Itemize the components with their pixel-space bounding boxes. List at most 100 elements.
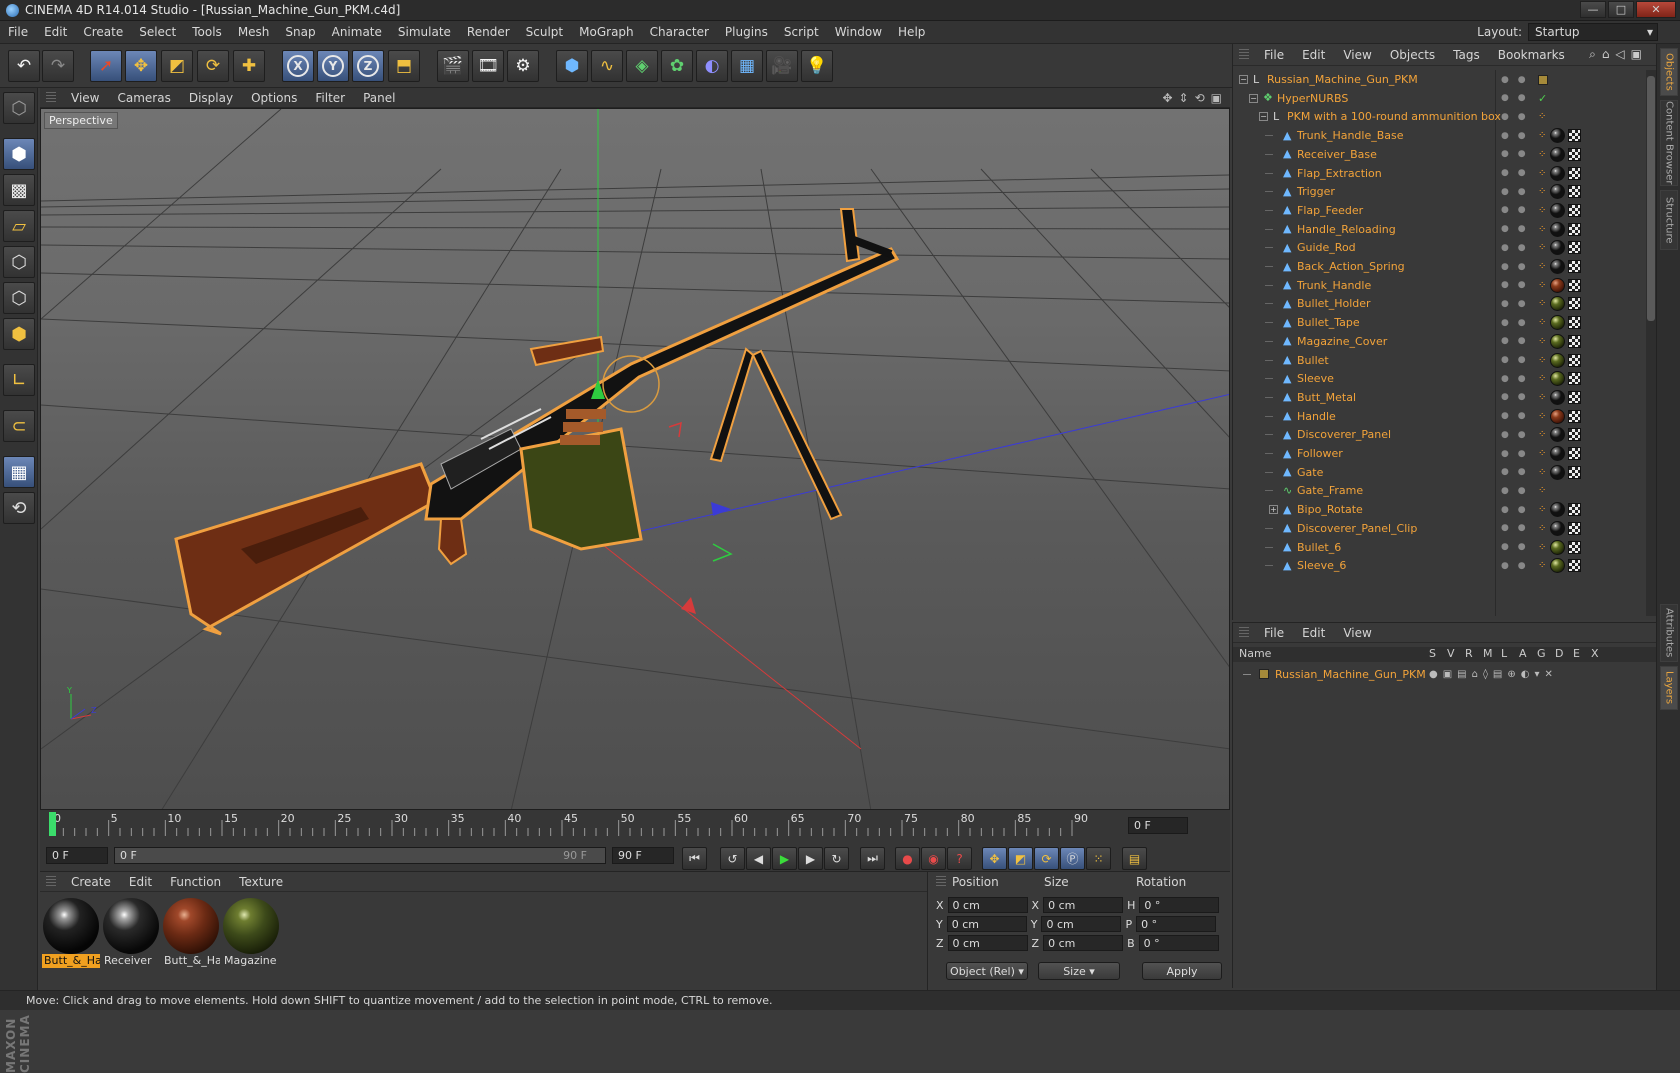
object-row[interactable]: ▲ Flap_Feeder ● ● ⁘: [1233, 201, 1645, 220]
viewport-menu-cameras[interactable]: Cameras: [108, 91, 179, 105]
visibility-dots[interactable]: ● ●: [1501, 392, 1529, 402]
object-row[interactable]: ▲ Trigger ● ● ⁘: [1233, 182, 1645, 201]
machine-gun-model[interactable]: [174, 208, 900, 636]
phong-tag-icon[interactable]: ⁘: [1538, 131, 1547, 141]
snap-icon[interactable]: ⊂: [3, 410, 35, 442]
phong-tag-icon[interactable]: ⁘: [1538, 542, 1547, 552]
visibility-dots[interactable]: ● ●: [1501, 112, 1529, 122]
camera-icon[interactable]: 🎥: [766, 50, 798, 82]
make-editable-icon[interactable]: ⬡: [3, 92, 35, 124]
phong-tag-icon[interactable]: ⁘: [1538, 523, 1547, 533]
object-row[interactable]: ▲ Bullet_Holder ● ● ⁘: [1233, 294, 1645, 313]
visibility-dots[interactable]: ● ●: [1501, 374, 1529, 384]
xz-plane-handle[interactable]: [712, 543, 733, 562]
phong-tag-icon[interactable]: ⁘: [1538, 299, 1547, 309]
search-icon[interactable]: ⌕⌂◁▣: [1589, 47, 1648, 62]
object-row[interactable]: ▲ Receiver_Base ● ● ⁘: [1233, 145, 1645, 164]
texture-mode-icon[interactable]: ▩: [3, 174, 35, 206]
material-tag-icon[interactable]: [1550, 558, 1565, 574]
uvw-tag-icon[interactable]: [1568, 147, 1581, 161]
menu-plugins[interactable]: Plugins: [717, 25, 776, 39]
object-row[interactable]: ▲ Bullet ● ● ⁘: [1233, 351, 1645, 370]
menu-tools[interactable]: Tools: [184, 25, 230, 39]
phong-tag-icon[interactable]: ⁘: [1538, 486, 1547, 496]
phong-tag-icon[interactable]: ⁘: [1538, 392, 1547, 402]
viewport-menu-view[interactable]: View: [62, 91, 108, 105]
record-position-icon[interactable]: ✥: [982, 847, 1007, 870]
menu-snap[interactable]: Snap: [277, 25, 323, 39]
rotate-icon[interactable]: ⟳: [197, 50, 229, 82]
layout-select[interactable]: Startup ▾: [1528, 23, 1658, 41]
menu-select[interactable]: Select: [131, 25, 184, 39]
visibility-dots[interactable]: ● ●: [1501, 542, 1529, 552]
object-row[interactable]: ▲ Guide_Rod ● ● ⁘: [1233, 238, 1645, 257]
y-axis-lock[interactable]: Y: [317, 50, 349, 82]
phong-tag-icon[interactable]: ⁘: [1538, 318, 1547, 328]
menu-edit[interactable]: Edit: [36, 25, 75, 39]
playhead[interactable]: [49, 812, 56, 836]
start-frame-field[interactable]: 0 F: [46, 847, 108, 864]
uvw-tag-icon[interactable]: [1568, 316, 1581, 330]
tab-objects[interactable]: Objects: [1660, 48, 1678, 96]
phong-tag-icon[interactable]: ⁘: [1538, 224, 1547, 234]
object-row[interactable]: ▲ Sleeve_6 ● ● ⁘: [1233, 556, 1645, 575]
phong-tag-icon[interactable]: ⁘: [1538, 243, 1547, 253]
edges-mode-icon[interactable]: ⬡: [3, 282, 35, 314]
cube-icon[interactable]: ⬢: [556, 50, 588, 82]
viewport-menu-panel[interactable]: Panel: [354, 91, 404, 105]
menu-window[interactable]: Window: [827, 25, 890, 39]
live-selection-icon[interactable]: ➚: [90, 50, 122, 82]
uvw-tag-icon[interactable]: [1568, 409, 1581, 423]
move-icon[interactable]: ✥: [125, 50, 157, 82]
material-tag-icon[interactable]: [1550, 184, 1565, 200]
phong-tag-icon[interactable]: ⁘: [1538, 430, 1547, 440]
uvw-tag-icon[interactable]: [1568, 447, 1581, 460]
coordinate-mode-dropdown[interactable]: Object (Rel) ▾: [946, 962, 1028, 980]
position-z-field[interactable]: 0 cm: [947, 935, 1028, 951]
uvw-tag-icon[interactable]: [1568, 241, 1581, 255]
object-row[interactable]: ▲ Trunk_Handle_Base ● ● ⁘: [1233, 126, 1645, 145]
keyframe-selection-icon[interactable]: ?: [947, 847, 972, 870]
close-button[interactable]: ✕: [1636, 1, 1676, 18]
scale-icon[interactable]: ◩: [161, 50, 193, 82]
uvw-tag-icon[interactable]: [1568, 203, 1581, 217]
uvw-tag-icon[interactable]: [1568, 521, 1581, 535]
visibility-dots[interactable]: ● ●: [1501, 336, 1529, 346]
material-tag-icon[interactable]: [1550, 315, 1565, 331]
material-swatch[interactable]: Receiver: [102, 896, 160, 968]
visibility-dots[interactable]: ● ●: [1501, 93, 1529, 103]
object-row[interactable]: ▲ Follower ● ● ⁘: [1233, 444, 1645, 463]
visibility-dots[interactable]: ● ●: [1501, 187, 1529, 197]
phong-tag-icon[interactable]: ⁘: [1538, 149, 1547, 159]
tab-content-browser[interactable]: Content Browser: [1660, 100, 1678, 186]
menu-animate[interactable]: Animate: [324, 25, 390, 39]
phong-tag-icon[interactable]: ⁘: [1538, 467, 1547, 477]
play-forward-icon[interactable]: ▶: [772, 847, 797, 870]
layer-flags[interactable]: ●▣▤⌂◊▤⊕◐▾✕: [1429, 669, 1558, 680]
material-tag-icon[interactable]: [1550, 128, 1565, 144]
menu-help[interactable]: Help: [890, 25, 933, 39]
object-row[interactable]: − L PKM with a 100-round ammunition box ● ●…: [1233, 107, 1645, 126]
spline-icon[interactable]: ∿: [591, 50, 623, 82]
material-swatch[interactable]: Butt_&_Ha: [42, 896, 100, 968]
material-tag-icon[interactable]: [1550, 277, 1565, 293]
frame-range-slider[interactable]: 0 F 90 F: [114, 847, 606, 864]
previous-key-icon[interactable]: ↺: [720, 847, 745, 870]
menu-file[interactable]: File: [0, 25, 36, 39]
phong-tag-icon[interactable]: ⁘: [1538, 187, 1547, 197]
timeline-window-icon[interactable]: ▤: [1122, 847, 1147, 870]
coordinate-system-icon[interactable]: ⬒: [388, 50, 420, 82]
visibility-dots[interactable]: ● ●: [1501, 75, 1529, 85]
viewport-menu-display[interactable]: Display: [180, 91, 242, 105]
menu-create[interactable]: Create: [75, 25, 131, 39]
material-menu-function[interactable]: Function: [161, 875, 230, 889]
undo-icon[interactable]: ↶: [8, 50, 40, 82]
record-point-level-icon[interactable]: ⁙: [1086, 847, 1111, 870]
visibility-dots[interactable]: ● ●: [1501, 224, 1529, 234]
uvw-tag-icon[interactable]: [1568, 334, 1581, 348]
redo-icon[interactable]: ↷: [42, 50, 74, 82]
objects-menu-tags[interactable]: Tags: [1444, 48, 1489, 62]
minimize-button[interactable]: —: [1580, 1, 1606, 18]
object-row[interactable]: ▲ Trunk_Handle ● ● ⁘: [1233, 276, 1645, 295]
yz-plane-handle[interactable]: [668, 421, 682, 438]
